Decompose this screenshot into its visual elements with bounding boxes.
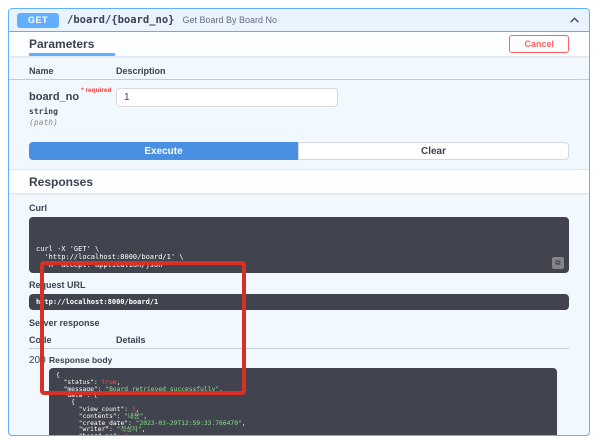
parameters-header: Parameters Cancel: [9, 32, 589, 56]
parameter-type: string: [29, 107, 58, 116]
column-code-header: Code: [29, 335, 52, 345]
request-url-block: http://localhost:8000/board/1: [29, 294, 569, 310]
opblock-get-board: GET /board/{board_no} Get Board By Board…: [8, 8, 590, 436]
status-code: 200: [29, 355, 46, 366]
execute-button[interactable]: Execute: [29, 142, 298, 160]
parameter-location: (path): [29, 118, 58, 127]
chevron-up-icon[interactable]: [567, 13, 581, 27]
responses-header: Responses: [9, 169, 589, 193]
responses-title: Responses: [29, 174, 94, 189]
response-body-block: { "status": true, "message": "Board retr…: [49, 368, 557, 435]
parameter-meta: board_no* required string (path): [29, 87, 116, 127]
endpoint-path: /board/{board_no}: [67, 14, 175, 26]
response-details-cell: Response body { "status": true, "message…: [49, 355, 569, 435]
board-no-input[interactable]: [116, 88, 338, 107]
clear-button[interactable]: Clear: [298, 142, 569, 160]
parameters-table-header: Name Description: [9, 62, 589, 80]
endpoint-description: Get Board By Board No: [182, 15, 278, 25]
request-url-label: Request URL: [29, 280, 86, 290]
curl-command-block: ⧉ curl -X 'GET' \ 'http://localhost:8000…: [29, 217, 569, 273]
response-body-label: Response body: [49, 355, 113, 365]
parameter-name: board_no: [29, 91, 80, 103]
parameter-value-cell: [116, 87, 338, 127]
request-url-value: http://localhost:8000/board/1: [36, 298, 159, 306]
http-method-badge: GET: [17, 12, 60, 28]
server-response-table-header: Code Details: [29, 332, 569, 349]
response-row-200: 200 Response body { "status": true, "mes…: [29, 349, 569, 435]
responses-body: Curl ⧉ curl -X 'GET' \ 'http://localhost…: [9, 193, 589, 435]
tab-parameters[interactable]: Parameters: [29, 37, 94, 51]
active-tab-underline: [29, 53, 115, 56]
execute-row: Execute Clear: [9, 142, 589, 160]
parameter-row-board-no: board_no* required string (path): [9, 80, 589, 127]
curl-label: Curl: [29, 203, 47, 213]
server-response-label: Server response: [29, 318, 100, 328]
column-name-header: Name: [29, 66, 54, 76]
required-label: * required: [81, 87, 112, 94]
endpoint-summary-bar[interactable]: GET /board/{board_no} Get Board By Board…: [9, 9, 589, 32]
column-details-header: Details: [116, 335, 146, 345]
copy-curl-icon[interactable]: ⧉: [552, 257, 564, 269]
column-description-header: Description: [116, 66, 166, 76]
cancel-button[interactable]: Cancel: [509, 35, 569, 53]
